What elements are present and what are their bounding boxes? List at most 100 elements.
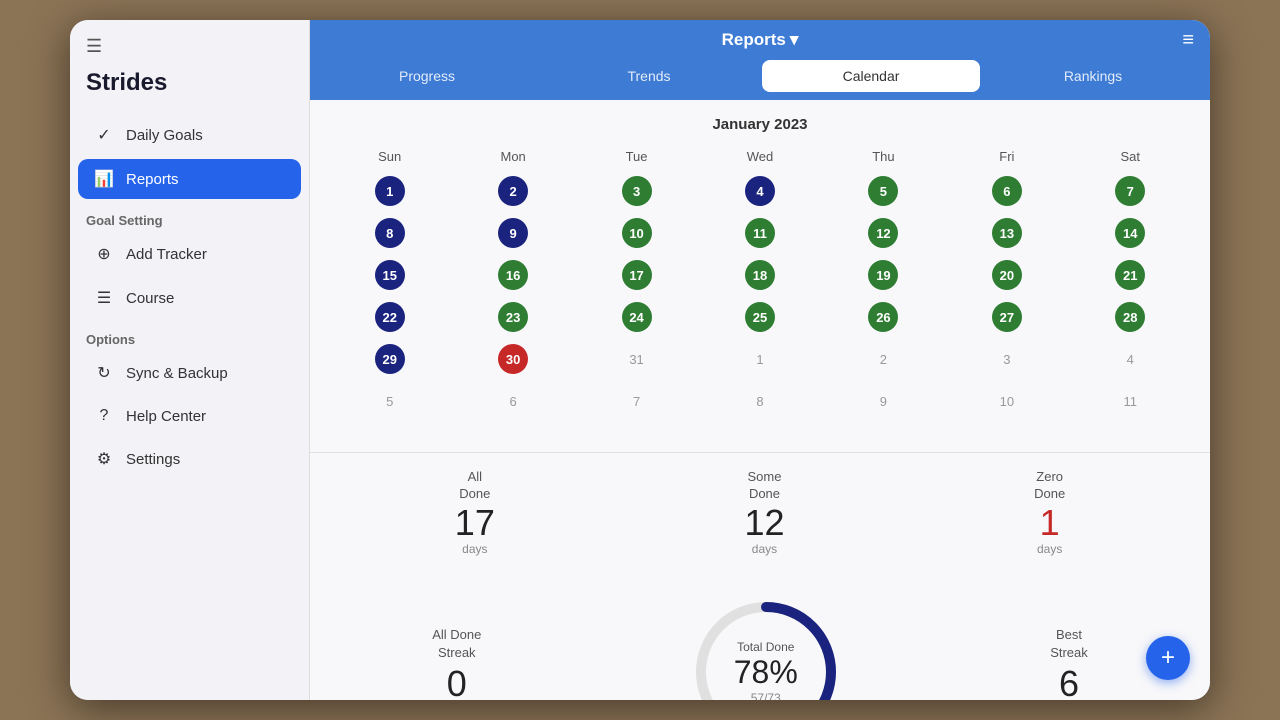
bottom-streak-label: All DoneStreak [432, 626, 481, 662]
day-circle: 7 [1115, 176, 1145, 206]
check-icon: ✓ [94, 125, 114, 145]
menu-icon[interactable]: ☰ [86, 36, 102, 57]
day-circle: 1 [375, 176, 405, 206]
day-circle: 29 [375, 344, 405, 374]
bottom-best-streak: BestStreak 6 days [1050, 626, 1088, 700]
device-frame: ☰ Strides ✓ Daily Goals 📊 Reports Goal S… [70, 20, 1210, 700]
main-wrapper: Reports ▾ ≡ Progress Trends Calendar Ran… [310, 20, 1210, 700]
cal-day[interactable]: 7 [577, 382, 696, 420]
day-circle: 20 [992, 260, 1022, 290]
cal-day[interactable]: 27 [947, 298, 1066, 336]
cal-day[interactable]: 31 [577, 340, 696, 378]
day-circle: 4 [745, 176, 775, 206]
day-circle: 10 [992, 386, 1022, 416]
day-circle: 2 [868, 344, 898, 374]
cal-day[interactable]: 23 [453, 298, 572, 336]
day-circle: 7 [622, 386, 652, 416]
calendar-month-title: January 2023 [330, 116, 1190, 133]
bottom-all-done-streak: All DoneStreak 0 days [432, 626, 481, 700]
donut-pct: 78% [734, 654, 798, 691]
day-circle: 16 [498, 260, 528, 290]
tab-calendar[interactable]: Calendar [762, 60, 980, 92]
cal-day[interactable]: 20 [947, 256, 1066, 294]
cal-day[interactable]: 5 [824, 172, 943, 210]
cal-day[interactable]: 10 [577, 214, 696, 252]
goal-setting-section-title: Goal Setting [70, 201, 309, 232]
cal-day[interactable]: 29 [330, 340, 449, 378]
day-circle: 11 [1115, 386, 1145, 416]
cal-day[interactable]: 26 [824, 298, 943, 336]
sidebar-item-settings[interactable]: ⚙ Settings [78, 439, 301, 479]
day-circle: 31 [622, 344, 652, 374]
day-circle: 12 [868, 218, 898, 248]
cal-day[interactable]: 11 [700, 214, 819, 252]
cal-day[interactable]: 8 [330, 214, 449, 252]
main-content: Reports ▾ ≡ Progress Trends Calendar Ran… [310, 20, 1210, 700]
sidebar-item-add-tracker[interactable]: ⊕ Add Tracker [78, 234, 301, 274]
cal-day[interactable]: 4 [700, 172, 819, 210]
sidebar-item-label: Course [126, 290, 174, 307]
cal-day[interactable]: 9 [824, 382, 943, 420]
cal-day[interactable]: 30 [453, 340, 572, 378]
tab-trends[interactable]: Trends [540, 60, 758, 92]
cal-day[interactable]: 2 [824, 340, 943, 378]
tab-progress[interactable]: Progress [318, 60, 536, 92]
cal-day[interactable]: 4 [1071, 340, 1190, 378]
cal-day[interactable]: 15 [330, 256, 449, 294]
tab-rankings[interactable]: Rankings [984, 60, 1202, 92]
cal-day[interactable]: 7 [1071, 172, 1190, 210]
sidebar-header: ☰ [70, 20, 309, 65]
sidebar-item-help[interactable]: ? Help Center [78, 397, 301, 435]
cal-day[interactable]: 11 [1071, 382, 1190, 420]
cal-day[interactable]: 9 [453, 214, 572, 252]
help-icon: ? [94, 407, 114, 425]
cal-day[interactable]: 1 [700, 340, 819, 378]
cal-day[interactable]: 10 [947, 382, 1066, 420]
cal-day[interactable]: 5 [330, 382, 449, 420]
sidebar-item-sync[interactable]: ↻ Sync & Backup [78, 353, 301, 393]
cal-day[interactable]: 1 [330, 172, 449, 210]
cal-day[interactable]: 22 [330, 298, 449, 336]
donut-center: Total Done 78% 57/73 [734, 640, 798, 700]
fab-button[interactable]: + [1146, 636, 1190, 680]
day-circle: 26 [868, 302, 898, 332]
cal-day[interactable]: 16 [453, 256, 572, 294]
sidebar-item-reports[interactable]: 📊 Reports [78, 159, 301, 199]
topbar-menu-icon[interactable]: ≡ [1182, 29, 1194, 52]
cal-day[interactable]: 12 [824, 214, 943, 252]
day-circle: 3 [622, 176, 652, 206]
bottom-stats: All DoneStreak 0 days Total Done 78% 57/… [310, 572, 1210, 700]
cal-day[interactable]: 28 [1071, 298, 1190, 336]
options-section-title: Options [70, 320, 309, 351]
day-circle: 17 [622, 260, 652, 290]
cal-day[interactable]: 6 [453, 382, 572, 420]
cal-day[interactable]: 14 [1071, 214, 1190, 252]
stat-zero-done: ZeroDone 1 days [1034, 469, 1065, 556]
cal-day[interactable]: 6 [947, 172, 1066, 210]
sidebar-item-course[interactable]: ☰ Course [78, 278, 301, 318]
cal-day[interactable]: 21 [1071, 256, 1190, 294]
cal-day[interactable]: 8 [700, 382, 819, 420]
tab-bar: Progress Trends Calendar Rankings [310, 60, 1210, 100]
course-icon: ☰ [94, 288, 114, 308]
cal-header-tue: Tue [577, 145, 696, 168]
day-circle: 13 [992, 218, 1022, 248]
cal-day[interactable]: 17 [577, 256, 696, 294]
cal-header-wed: Wed [700, 145, 819, 168]
cal-day[interactable]: 3 [947, 340, 1066, 378]
sidebar-item-daily-goals[interactable]: ✓ Daily Goals [78, 115, 301, 155]
cal-day[interactable]: 2 [453, 172, 572, 210]
day-circle: 10 [622, 218, 652, 248]
cal-day[interactable]: 25 [700, 298, 819, 336]
cal-day[interactable]: 19 [824, 256, 943, 294]
cal-day[interactable]: 13 [947, 214, 1066, 252]
stat-some-done-label: SomeDone [744, 469, 784, 503]
cal-day[interactable]: 24 [577, 298, 696, 336]
stat-all-done-label: AllDone [455, 469, 495, 503]
cal-day[interactable]: 18 [700, 256, 819, 294]
gear-icon: ⚙ [94, 449, 114, 469]
day-circle: 14 [1115, 218, 1145, 248]
sidebar-item-label: Settings [126, 451, 180, 468]
cal-day[interactable]: 3 [577, 172, 696, 210]
stat-all-done-value: 17 [455, 503, 495, 543]
